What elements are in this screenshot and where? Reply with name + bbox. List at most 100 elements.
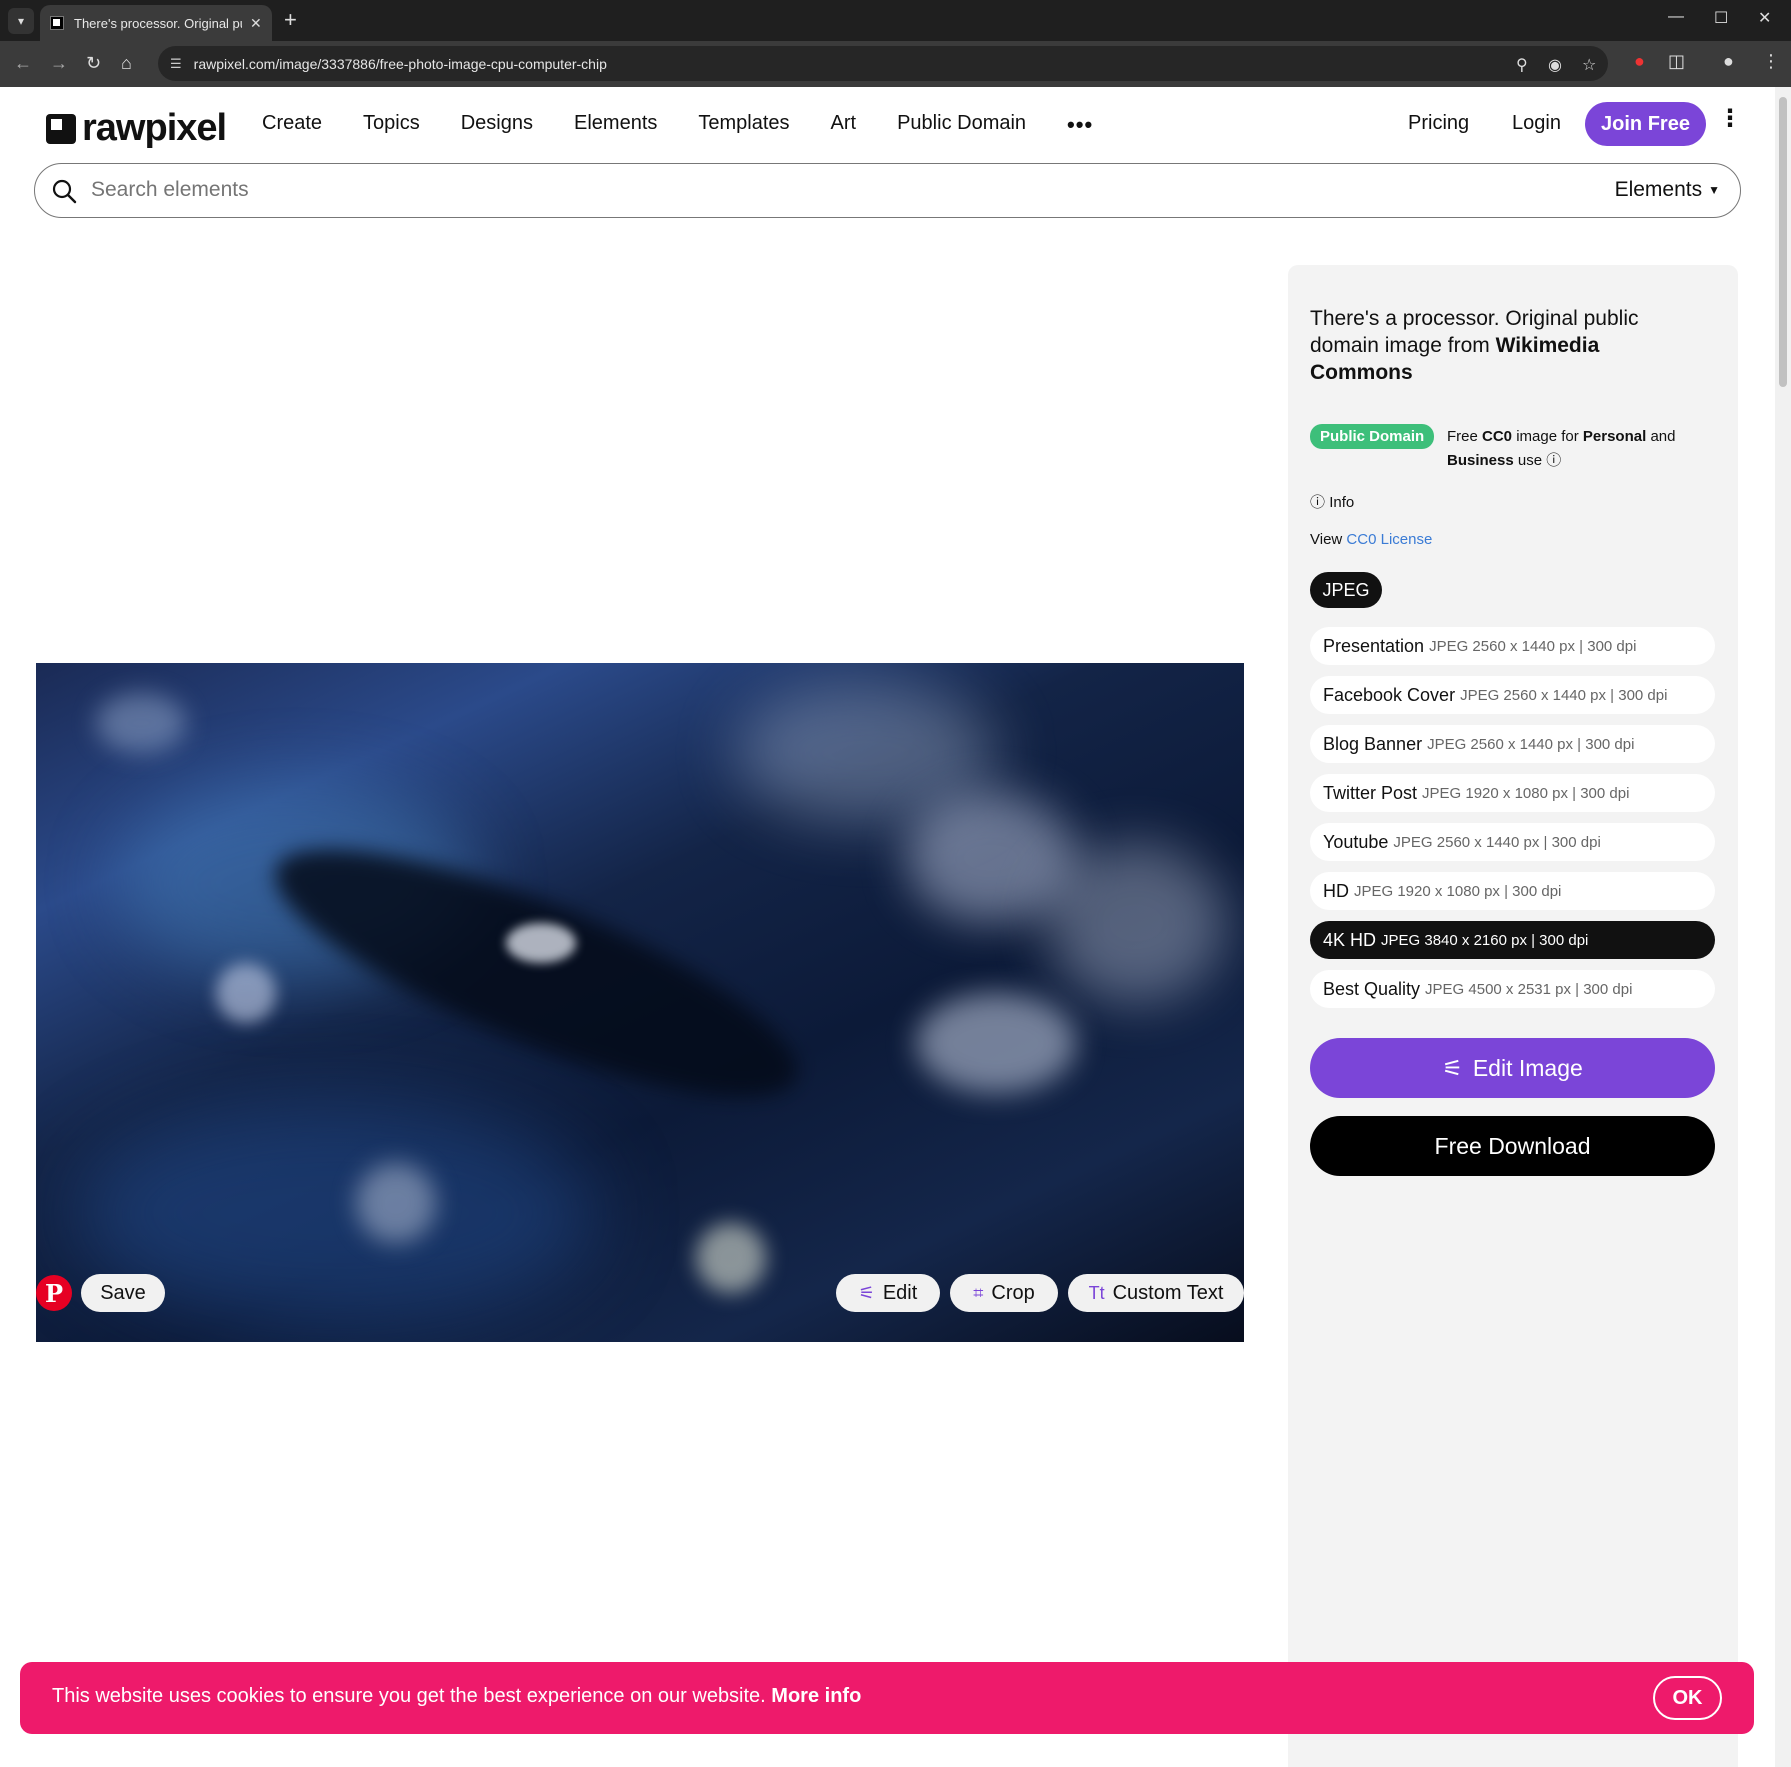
- window-close-icon[interactable]: ✕: [1758, 8, 1771, 28]
- size-spec: JPEG 2560 x 1440 px | 300 dpi: [1460, 686, 1668, 704]
- info-link[interactable]: ⓘ Info: [1310, 491, 1354, 512]
- photo-bokeh: [506, 923, 576, 963]
- view-license: View CC0 License: [1310, 531, 1432, 548]
- size-name: 4K HD: [1323, 929, 1377, 950]
- bookmark-star-icon[interactable]: ☆: [1582, 55, 1596, 75]
- nav-create[interactable]: Create: [262, 112, 322, 138]
- logo-mark-icon: [46, 113, 76, 144]
- download-panel: There's a processor. Original public dom…: [1288, 265, 1738, 1767]
- nav-designs[interactable]: Designs: [461, 112, 533, 138]
- free-download-button[interactable]: Free Download: [1310, 1116, 1715, 1176]
- photo-bokeh: [356, 1163, 436, 1243]
- edit-button[interactable]: ⚟ Edit: [836, 1274, 940, 1312]
- custom-text-button[interactable]: Tt Custom Text: [1068, 1274, 1244, 1312]
- size-option-facebook-cover[interactable]: Facebook Cover JPEG 2560 x 1440 px | 300 …: [1310, 676, 1715, 714]
- forward-icon[interactable]: →: [50, 53, 68, 74]
- size-name: Blog Banner: [1323, 733, 1423, 754]
- cookie-banner: This website uses cookies to ensure you …: [20, 1662, 1754, 1734]
- zoom-icon[interactable]: ⚲: [1516, 55, 1528, 75]
- license-business: Business: [1447, 452, 1514, 469]
- rawpixel-logo[interactable]: rawpixel: [46, 107, 227, 150]
- extension-icon[interactable]: ●: [1634, 51, 1645, 72]
- size-option-twitter-post[interactable]: Twitter Post JPEG 1920 x 1080 px | 300 dp…: [1310, 774, 1715, 812]
- size-spec: JPEG 2560 x 1440 px | 300 dpi: [1393, 833, 1601, 851]
- size-spec: JPEG 2560 x 1440 px | 300 dpi: [1429, 637, 1637, 655]
- back-icon[interactable]: ←: [14, 53, 32, 74]
- tab-close-icon[interactable]: ✕: [250, 15, 262, 32]
- license-text: Free CC0 image for Personal and Business…: [1447, 425, 1717, 473]
- search-bar: Elements ▼: [34, 163, 1741, 218]
- sliders-icon: ⚟: [1442, 1054, 1463, 1081]
- nav-elements[interactable]: Elements: [574, 112, 657, 138]
- size-option-best-quality[interactable]: Best Quality JPEG 4500 x 2531 px | 300 dp…: [1310, 970, 1715, 1008]
- view-label: View: [1310, 531, 1347, 548]
- size-spec: JPEG 1920 x 1080 px | 300 dpi: [1422, 784, 1630, 802]
- size-option-presentation[interactable]: Presentation JPEG 2560 x 1440 px | 300 dp…: [1310, 627, 1715, 665]
- nav-public-domain[interactable]: Public Domain: [897, 112, 1026, 138]
- cc0-license-link[interactable]: CC0 License: [1346, 531, 1432, 548]
- size-option-4k-hd[interactable]: 4K HD JPEG 3840 x 2160 px | 300 dpi: [1310, 921, 1715, 959]
- nav-more-icon[interactable]: •••: [1067, 112, 1093, 138]
- save-button[interactable]: Save: [81, 1274, 165, 1312]
- omnibox[interactable]: ☰ rawpixel.com/image/3337886/free-photo-…: [158, 46, 1608, 81]
- pinterest-icon[interactable]: P: [36, 1275, 72, 1311]
- size-name: Best Quality: [1323, 978, 1421, 999]
- scrollbar-thumb[interactable]: [1779, 97, 1787, 387]
- profile-icon[interactable]: ●: [1723, 51, 1734, 72]
- crop-button[interactable]: ⌗ Crop: [950, 1274, 1058, 1312]
- site-info-icon[interactable]: ☰: [170, 56, 182, 72]
- cookie-message: This website uses cookies to ensure you …: [52, 1685, 861, 1708]
- reload-icon[interactable]: ↻: [86, 53, 101, 74]
- browser-menu-icon[interactable]: ⋮: [1762, 51, 1780, 72]
- photo-bokeh: [1046, 843, 1226, 1003]
- nav-art[interactable]: Art: [831, 112, 857, 138]
- minimize-icon[interactable]: —: [1668, 8, 1684, 26]
- license-personal: Personal: [1582, 428, 1647, 445]
- main-nav: Create Topics Designs Elements Templates…: [262, 112, 1093, 138]
- image-title: There's a processor. Original public dom…: [1310, 305, 1700, 386]
- license-free: Free: [1447, 428, 1483, 445]
- info-icon: ⓘ: [1310, 494, 1326, 511]
- size-name: Twitter Post: [1323, 782, 1418, 803]
- nav-templates[interactable]: Templates: [698, 112, 789, 138]
- cookie-text: This website uses cookies to ensure you …: [52, 1685, 772, 1707]
- size-spec: JPEG 3840 x 2160 px | 300 dpi: [1381, 931, 1589, 949]
- eye-off-icon[interactable]: ◉: [1548, 55, 1562, 75]
- edit-image-label: Edit Image: [1472, 1054, 1583, 1081]
- extensions-puzzle-icon[interactable]: ◫: [1668, 51, 1685, 72]
- license-and: and: [1646, 428, 1676, 445]
- size-option-hd[interactable]: HD JPEG 1920 x 1080 px | 300 dpi: [1310, 872, 1715, 910]
- size-option-blog-banner[interactable]: Blog Banner JPEG 2560 x 1440 px | 300 dpi: [1310, 725, 1715, 763]
- crop-label: Crop: [991, 1281, 1035, 1304]
- text-icon: Tt: [1088, 1282, 1105, 1303]
- browser-tab[interactable]: There's processor. Original publ ✕: [40, 5, 272, 41]
- login-link[interactable]: Login: [1512, 112, 1561, 135]
- edit-label: Edit: [882, 1281, 918, 1304]
- format-jpeg-chip[interactable]: JPEG: [1310, 572, 1382, 608]
- main-photo[interactable]: [36, 663, 1244, 1342]
- search-scope-dropdown[interactable]: Elements ▼: [1615, 178, 1720, 202]
- join-free-button[interactable]: Join Free: [1585, 102, 1706, 146]
- cookie-ok-button[interactable]: OK: [1653, 1676, 1722, 1720]
- more-info-link[interactable]: More info: [771, 1685, 861, 1707]
- new-tab-icon[interactable]: +: [284, 7, 297, 33]
- edit-image-button[interactable]: ⚟ Edit Image: [1310, 1038, 1715, 1098]
- size-option-youtube[interactable]: Youtube JPEG 2560 x 1440 px | 300 dpi: [1310, 823, 1715, 861]
- search-input[interactable]: [91, 174, 1391, 206]
- photo-bokeh: [216, 963, 276, 1023]
- sliders-icon: ⚟: [858, 1282, 875, 1303]
- home-icon[interactable]: ⌂: [121, 53, 132, 74]
- photo-bokeh: [696, 1223, 766, 1293]
- tab-search-icon[interactable]: ▾: [8, 8, 34, 34]
- search-scope-label: Elements: [1614, 178, 1703, 201]
- page-scrollbar[interactable]: [1775, 87, 1791, 1767]
- maximize-icon[interactable]: ☐: [1714, 8, 1728, 28]
- info-label: Info: [1329, 494, 1355, 511]
- size-name: HD: [1323, 880, 1349, 901]
- public-domain-badge: Public Domain: [1310, 424, 1435, 449]
- nav-pricing[interactable]: Pricing: [1408, 112, 1469, 135]
- info-circle-icon[interactable]: ⓘ: [1546, 452, 1561, 469]
- more-menu-icon[interactable]: ⋮: [1718, 104, 1742, 133]
- nav-topics[interactable]: Topics: [363, 112, 420, 138]
- crop-icon: ⌗: [973, 1282, 984, 1303]
